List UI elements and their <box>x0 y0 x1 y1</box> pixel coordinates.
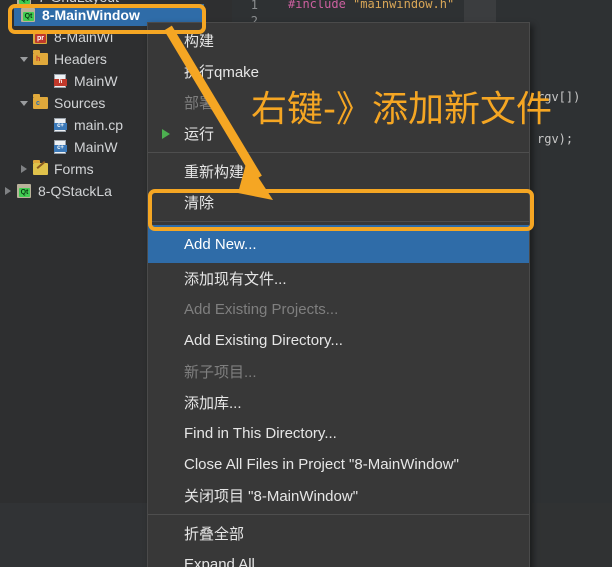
folder-forms-icon <box>32 160 50 177</box>
menu-item-label: 新子项目... <box>184 364 257 381</box>
menu-item-find-in-directory[interactable]: Find in This Directory... <box>148 418 529 449</box>
qt-pro-file-icon <box>32 29 50 45</box>
menu-item-rebuild[interactable]: 重新构建 <box>148 156 529 187</box>
qt-project-icon <box>20 7 38 23</box>
twisty-down-icon[interactable] <box>16 56 32 62</box>
tree-label: Forms <box>54 161 94 177</box>
header-file-icon: h <box>52 73 70 89</box>
line-number-1: 1 <box>250 0 258 12</box>
menu-item-label: Close All Files in Project "8-MainWindow… <box>184 456 459 473</box>
qt-creator-screenshot: 1 2 #include "mainwindow.h" rgv[]) rgv);… <box>0 0 612 567</box>
menu-item-clean[interactable]: 清除 <box>148 187 529 218</box>
menu-item-collapse-all[interactable]: 折叠全部 <box>148 518 529 549</box>
tree-label: 8-QStackLa <box>38 183 112 199</box>
qt-project-icon <box>16 183 34 199</box>
tree-label: 8-MainWi <box>54 29 114 45</box>
twisty-right-icon[interactable] <box>16 165 32 173</box>
menu-item-label: 构建 <box>184 33 215 50</box>
menu-item-label: Add Existing Directory... <box>184 332 343 349</box>
code-line-1: #include "mainwindow.h" <box>288 0 455 11</box>
twisty-right-icon[interactable] <box>0 187 16 195</box>
cpp-file-icon: c+ <box>52 117 70 133</box>
tree-label: Headers <box>54 51 107 67</box>
tree-label: MainW <box>74 73 118 89</box>
menu-separator <box>148 514 529 515</box>
menu-item-label: 重新构建 <box>184 164 245 181</box>
menu-item-build[interactable]: 构建 <box>148 25 529 56</box>
menu-item-add-existing-directory[interactable]: Add Existing Directory... <box>148 325 529 356</box>
menu-item-label: 关闭项目 "8-MainWindow" <box>184 488 359 505</box>
menu-item-label: Expand All <box>184 556 255 567</box>
menu-item-label: 部署 <box>184 95 215 112</box>
code-fragment-argv-call: rgv); <box>537 132 574 146</box>
menu-item-label: 添加库... <box>184 395 242 412</box>
menu-item-close-project[interactable]: 关闭项目 "8-MainWindow" <box>148 480 529 511</box>
twisty-down-icon[interactable] <box>16 100 32 106</box>
folder-cpp-icon: c <box>32 94 50 111</box>
menu-item-close-all-files-in-project[interactable]: Close All Files in Project "8-MainWindow… <box>148 449 529 480</box>
menu-item-add-existing-files[interactable]: 添加现有文件... <box>148 263 529 294</box>
menu-separator <box>148 152 529 153</box>
menu-item-label: 执行qmake <box>184 64 260 81</box>
cpp-file-icon: c+ <box>52 139 70 155</box>
menu-item-label: 折叠全部 <box>184 526 245 543</box>
menu-item-label: 运行 <box>184 126 215 143</box>
run-triangle-icon <box>162 129 170 139</box>
menu-item-new-subproject: 新子项目... <box>148 356 529 387</box>
menu-item-expand-all[interactable]: Expand All <box>148 549 529 567</box>
callout-text: 右键-》添加新文件 <box>251 89 552 130</box>
menu-item-label: 添加现有文件... <box>184 271 287 288</box>
menu-item-add-existing-projects: Add Existing Projects... <box>148 294 529 325</box>
menu-separator <box>148 221 529 222</box>
menu-item-add-library[interactable]: 添加库... <box>148 387 529 418</box>
folder-h-icon: h <box>32 50 50 67</box>
menu-item-label: 清除 <box>184 195 215 212</box>
menu-item-label: Add Existing Projects... <box>184 301 339 318</box>
tree-label: MainW <box>74 139 118 155</box>
tree-label: Sources <box>54 95 106 111</box>
tree-label: main.cp <box>74 117 124 133</box>
menu-item-label: Add New... <box>184 235 257 253</box>
menu-item-add-new[interactable]: Add New... <box>148 225 529 263</box>
menu-item-label: Find in This Directory... <box>184 425 337 442</box>
tree-label: 8-MainWindow <box>42 7 140 23</box>
